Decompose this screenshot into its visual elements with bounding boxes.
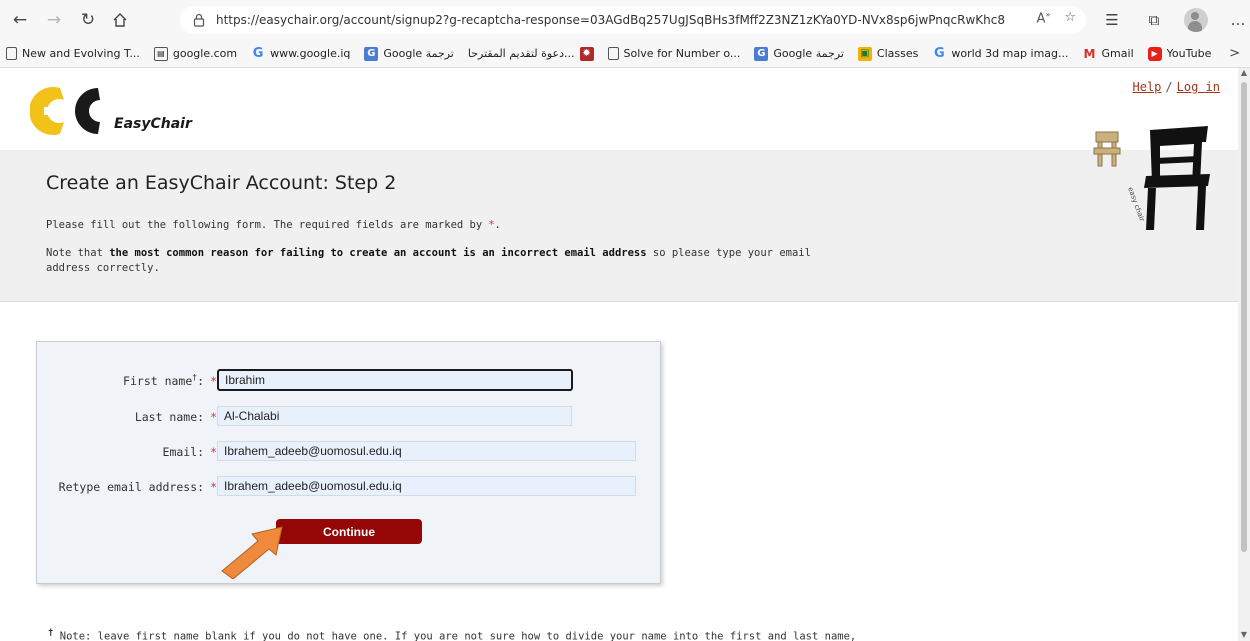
favorite-item[interactable]: ▤ google.com bbox=[153, 46, 237, 61]
url-text[interactable]: https://easychair.org/account/signup2?g-… bbox=[216, 13, 1006, 27]
favorites-bar: New and Evolving T... ▤ google.com G www… bbox=[0, 40, 1250, 68]
chair-illustration: easy chair bbox=[1093, 126, 1210, 230]
profile-avatar[interactable] bbox=[1184, 8, 1208, 32]
more-options-icon[interactable]: … bbox=[1226, 8, 1250, 32]
google-icon: G bbox=[934, 46, 945, 61]
page-icon bbox=[6, 47, 17, 60]
translate-icon: G bbox=[364, 46, 379, 61]
page-scrollbar[interactable]: ▲ ▼ bbox=[1238, 68, 1250, 641]
back-arrow-icon[interactable]: ← bbox=[8, 8, 32, 32]
link-separator: / bbox=[1165, 80, 1173, 94]
signup-form: First name†: * Ibrahim Last name: * Al-Cha… bbox=[36, 341, 661, 584]
favorite-item[interactable]: دعوة لتقديم المقترحا... ✹ bbox=[468, 46, 594, 61]
intro-text: Please fill out the following form. The … bbox=[46, 219, 501, 231]
continue-button[interactable]: Continue bbox=[276, 519, 422, 544]
gmail-icon: M bbox=[1083, 46, 1096, 61]
favorite-item[interactable]: Solve for Number o... bbox=[607, 47, 740, 60]
login-link[interactable]: Log in bbox=[1177, 80, 1220, 94]
home-icon[interactable] bbox=[108, 8, 132, 32]
flower-icon: ✹ bbox=[579, 46, 594, 61]
easychair-logo[interactable]: EasyChair bbox=[29, 82, 192, 136]
favorite-item[interactable]: ▶ YouTube bbox=[1147, 46, 1211, 61]
first-name-label: First name†: * bbox=[123, 373, 217, 388]
chevron-right-icon[interactable]: > bbox=[1229, 46, 1240, 61]
note-emphasis: the most common reason for failing to cr… bbox=[109, 247, 647, 259]
footnote: † Note: leave first name blank if you do… bbox=[48, 628, 857, 641]
help-link[interactable]: Help bbox=[1133, 80, 1162, 94]
page-content: EasyChair Help / Log in Create an EasyChai… bbox=[0, 68, 1238, 641]
first-name-input[interactable]: Ibrahim bbox=[217, 369, 573, 391]
email-note: Note that the most common reason for fai… bbox=[46, 247, 811, 274]
required-marker: * bbox=[210, 480, 217, 494]
calendar-icon: ▤ bbox=[153, 46, 168, 61]
google-icon: G bbox=[252, 46, 264, 61]
read-aloud-icon[interactable]: A» bbox=[1037, 10, 1051, 26]
logo-text: EasyChair bbox=[114, 116, 192, 132]
classroom-icon: ▣ bbox=[857, 46, 872, 61]
required-marker: * bbox=[210, 373, 217, 388]
required-marker: * bbox=[210, 445, 217, 459]
refresh-icon[interactable]: ↻ bbox=[76, 8, 100, 32]
favorite-item[interactable]: G world 3d map imag... bbox=[932, 46, 1069, 61]
page-title: Create an EasyChair Account: Step 2 bbox=[46, 172, 397, 194]
favorite-item[interactable]: G Google ترجمة bbox=[754, 46, 844, 61]
last-name-label: Last name: * bbox=[134, 410, 217, 424]
email-input[interactable]: Ibrahem_adeeb@uomosul.edu.iq bbox=[217, 441, 636, 461]
page-banner: Create an EasyChair Account: Step 2 Plea… bbox=[0, 150, 1238, 302]
favorites-icon[interactable]: ☰ bbox=[1100, 8, 1124, 32]
top-links: Help / Log in bbox=[1133, 80, 1221, 94]
scrollbar-thumb[interactable] bbox=[1241, 82, 1247, 552]
translate-icon: G bbox=[754, 46, 769, 61]
lock-icon bbox=[193, 13, 205, 27]
ec-logo-icon bbox=[29, 87, 100, 135]
scroll-up-arrow-icon[interactable]: ▲ bbox=[1240, 68, 1248, 77]
favorite-item[interactable]: G Google ترجمة bbox=[364, 46, 454, 61]
favorite-item[interactable]: ▣ Classes bbox=[857, 46, 918, 61]
page-icon bbox=[607, 47, 619, 60]
browser-toolbar: ← → ↻ https://easychair.org/account/sign… bbox=[0, 0, 1250, 40]
retype-email-input[interactable]: Ibrahem_adeeb@uomosul.edu.iq bbox=[217, 476, 636, 496]
required-marker: * bbox=[210, 410, 217, 424]
collections-icon[interactable]: ⧉ bbox=[1142, 8, 1166, 32]
email-label: Email: * bbox=[162, 445, 217, 459]
favorite-item[interactable]: New and Evolving T... bbox=[6, 47, 140, 60]
youtube-icon: ▶ bbox=[1147, 46, 1162, 61]
forward-arrow-icon[interactable]: → bbox=[42, 8, 66, 32]
address-bar[interactable]: https://easychair.org/account/signup2?g-… bbox=[180, 6, 1086, 34]
favorite-item[interactable]: M Gmail bbox=[1083, 47, 1134, 61]
svg-text:easy chair: easy chair bbox=[1126, 186, 1146, 223]
pointer-arrow-icon bbox=[221, 526, 283, 579]
scroll-down-arrow-icon[interactable]: ▼ bbox=[1240, 630, 1248, 639]
favorite-item[interactable]: G www.google.iq bbox=[251, 46, 351, 61]
last-name-input[interactable]: Al-Chalabi bbox=[217, 406, 572, 426]
add-favorite-icon[interactable]: ☆ bbox=[1064, 10, 1076, 26]
retype-email-label: Retype email address: * bbox=[58, 480, 217, 494]
